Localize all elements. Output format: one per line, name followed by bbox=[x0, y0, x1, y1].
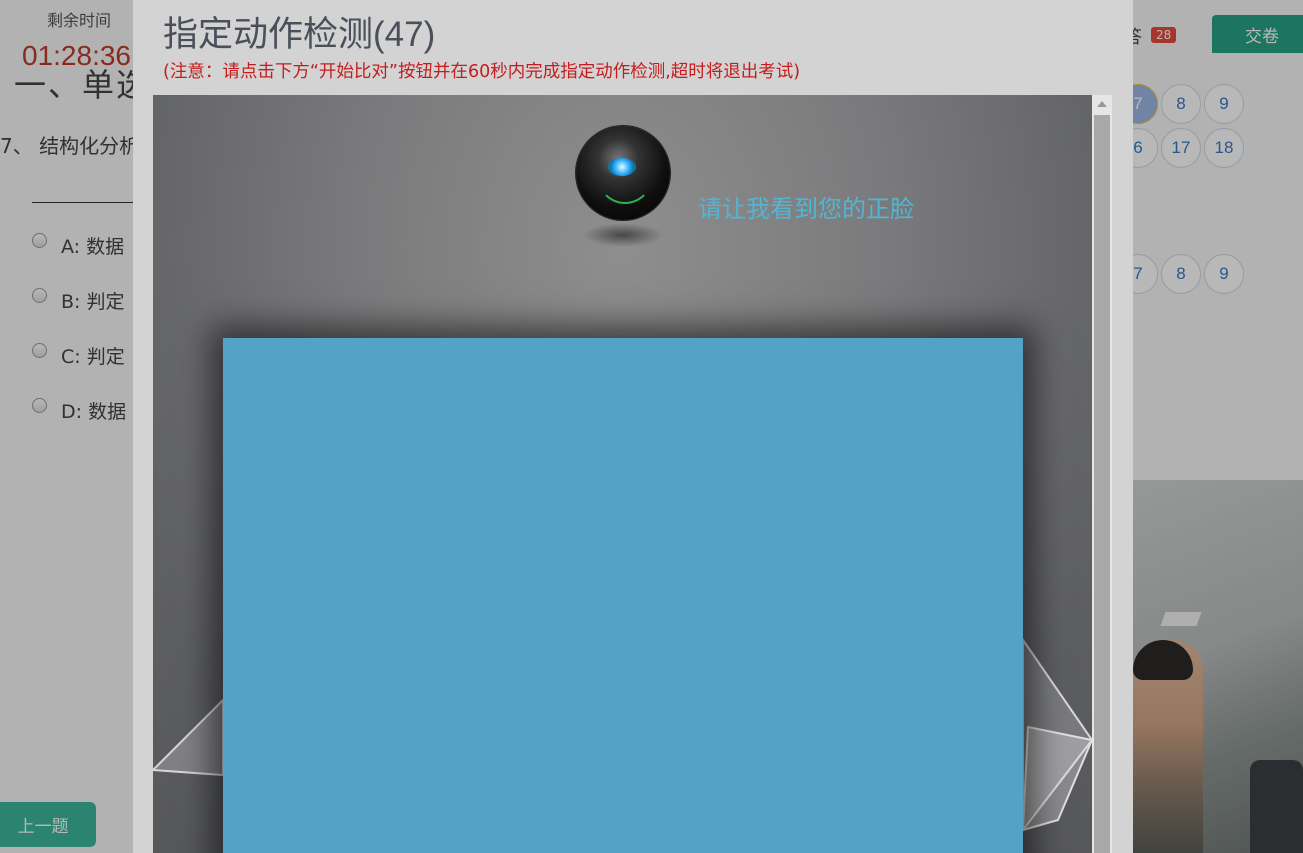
robot-arc-icon bbox=[597, 148, 653, 204]
robot-shadow bbox=[583, 223, 663, 247]
scroll-thumb[interactable] bbox=[1094, 115, 1110, 853]
scroll-up-arrow-icon[interactable] bbox=[1097, 101, 1107, 107]
modal-scrollbar[interactable] bbox=[1092, 95, 1112, 853]
modal-notice: (注意：请点击下方“开始比对”按钮并在60秒内完成指定动作检测,超时将退出考试) bbox=[163, 62, 801, 82]
camera-capture-area bbox=[223, 338, 1023, 853]
face-prompt: 请让我看到您的正脸 bbox=[698, 195, 914, 223]
detection-frame: 请让我看到您的正脸 bbox=[153, 95, 1112, 853]
action-detection-modal: 指定动作检测(47) (注意：请点击下方“开始比对”按钮并在60秒内完成指定动作… bbox=[133, 0, 1133, 853]
modal-title: 指定动作检测(47) bbox=[163, 15, 436, 54]
robot-eye-icon bbox=[608, 158, 636, 176]
